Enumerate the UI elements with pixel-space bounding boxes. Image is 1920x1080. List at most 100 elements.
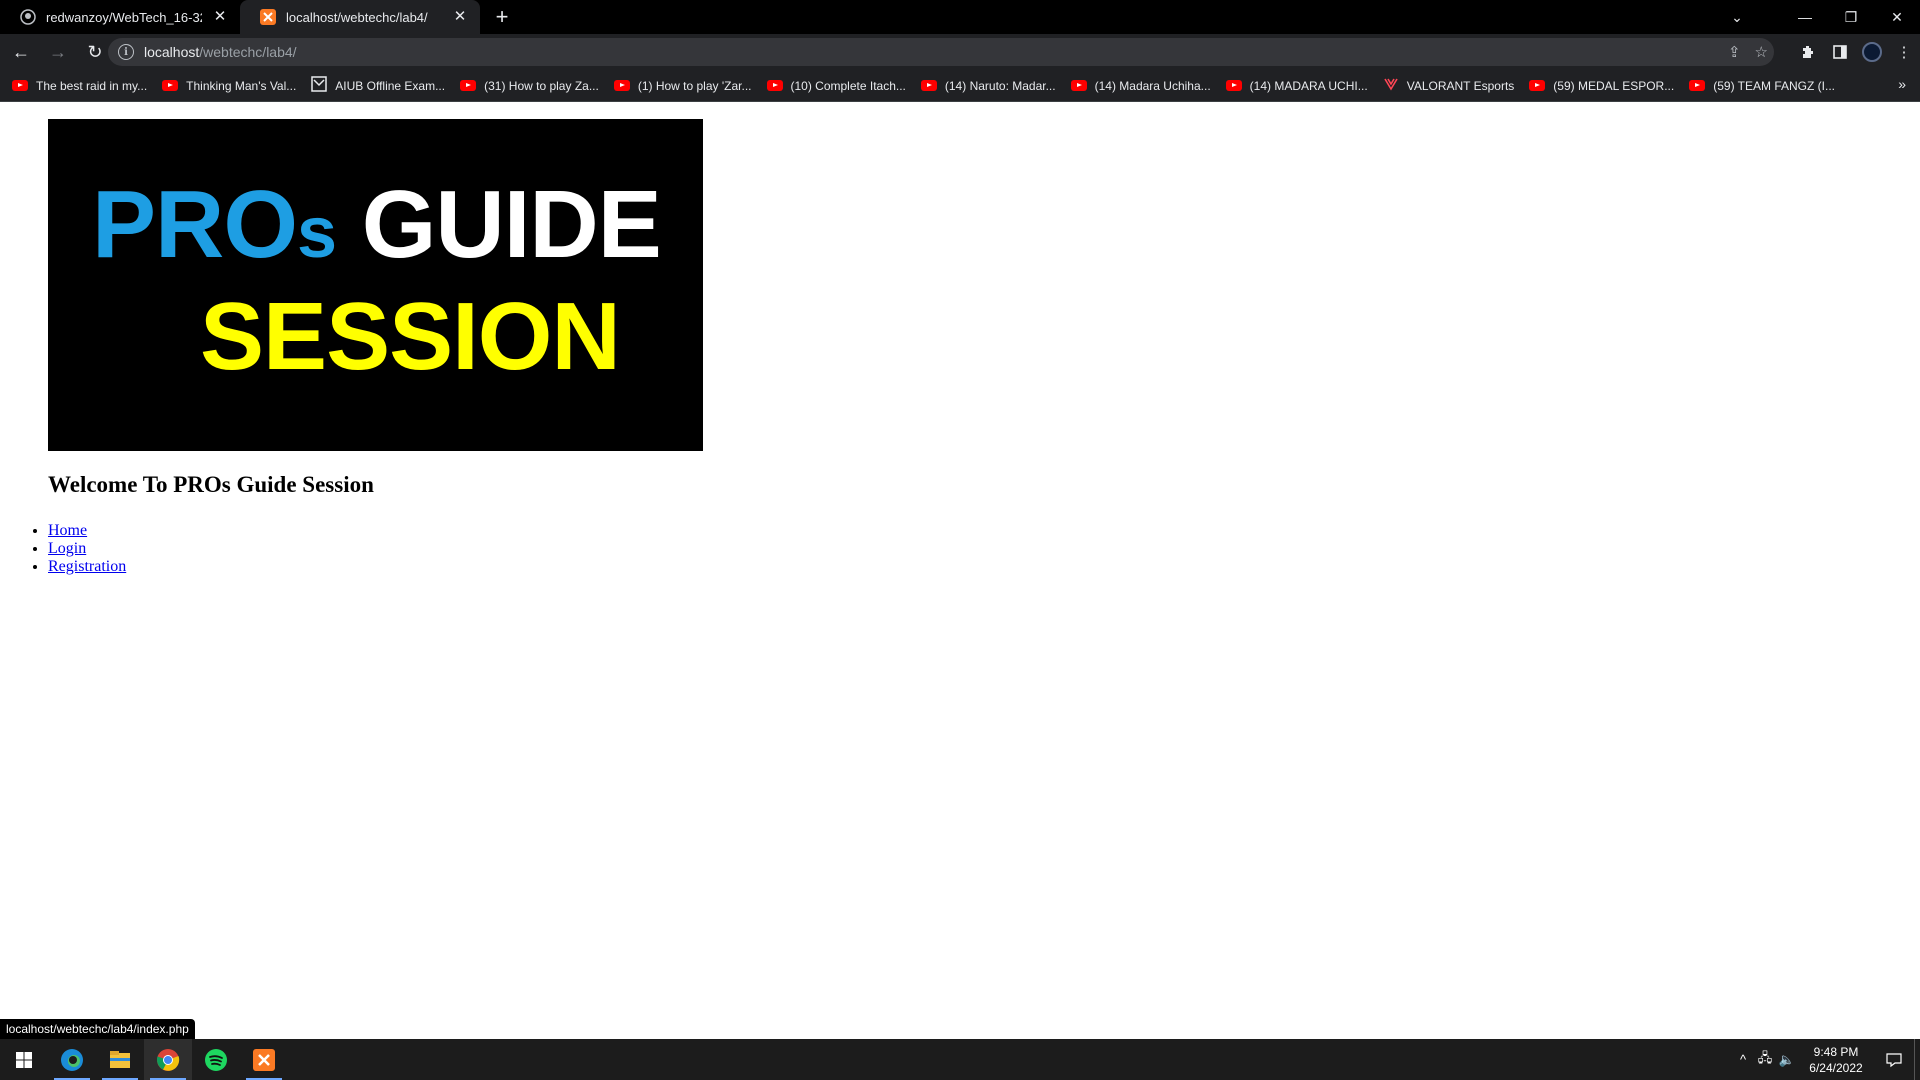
valorant-icon (1383, 76, 1399, 95)
nav-item-registration: Registration (48, 558, 126, 576)
banner-pros-s: s (297, 193, 337, 273)
profile-avatar[interactable] (1856, 36, 1888, 68)
bookmark-label: The best raid in my... (36, 78, 148, 93)
extensions-icon[interactable] (1792, 36, 1824, 68)
chevron-up-icon[interactable]: ^ (1732, 1052, 1754, 1067)
menu-icon[interactable]: ⋮ (1888, 36, 1920, 68)
bookmark-label: (31) How to play Za... (484, 78, 599, 93)
windows-icon (16, 1051, 32, 1068)
banner-image: PROs GUIDE SESSION (48, 119, 703, 451)
youtube-icon (12, 80, 28, 91)
notification-icon[interactable] (1874, 1052, 1914, 1068)
youtube-icon (1070, 80, 1087, 91)
close-tab-icon[interactable]: ✕ (452, 9, 468, 25)
youtube-icon (1689, 80, 1706, 91)
system-tray: ^ 🖧 🔈 9:48 PM 6/24/2022 (1732, 1039, 1920, 1080)
banner-pros-text: PROs (92, 171, 337, 278)
bookmark-item[interactable]: (14) Madara Uchiha... (1070, 78, 1211, 93)
home-link[interactable]: Home (48, 522, 87, 539)
login-link[interactable]: Login (48, 540, 86, 557)
restore-icon[interactable]: ❐ (1828, 0, 1874, 34)
status-bubble: localhost/webtechc/lab4/index.php (0, 1019, 195, 1039)
bookmark-label: (1) How to play 'Zar... (637, 78, 752, 93)
share-icon[interactable]: ⇪ (1728, 43, 1741, 61)
bookmark-item[interactable]: (59) MEDAL ESPOR... (1529, 79, 1674, 93)
address-bar[interactable]: i localhost/webtechc/lab4/ ⇪ ☆ (108, 38, 1774, 66)
bookmark-label: (59) TEAM FANGZ (I... (1713, 78, 1836, 93)
banner-title-line1: PROs GUIDE (92, 177, 662, 273)
window-controls: ⌄ — ❐ ✕ (1714, 0, 1920, 34)
network-icon[interactable]: 🖧 (1754, 1049, 1776, 1071)
tab-localhost[interactable]: localhost/webtechc/lab4/ ✕ (240, 0, 480, 34)
taskbar-spotify[interactable] (192, 1039, 240, 1080)
taskbar: ^ 🖧 🔈 9:48 PM 6/24/2022 (0, 1039, 1920, 1080)
bookmark-item[interactable]: (1) How to play 'Zar... (613, 78, 752, 93)
banner-pros: PRO (92, 171, 298, 278)
bookmark-star-icon[interactable]: ☆ (1755, 43, 1768, 61)
bookmark-label: (59) MEDAL ESPOR... (1553, 78, 1675, 93)
bookmark-item[interactable]: (14) Naruto: Madar... (920, 78, 1056, 93)
bookmark-item[interactable]: AIUB Offline Exam... (311, 76, 445, 95)
toolbar-right: ⋮ (1792, 34, 1920, 70)
bookmark-label: (14) Naruto: Madar... (944, 78, 1056, 93)
close-window-icon[interactable]: ✕ (1874, 0, 1920, 34)
xampp-icon (253, 1048, 275, 1071)
youtube-icon (766, 80, 783, 91)
youtube-icon (162, 80, 179, 91)
show-desktop-button[interactable] (1914, 1039, 1920, 1080)
taskbar-edge[interactable] (48, 1039, 96, 1080)
tab-search-icon[interactable]: ⌄ (1714, 0, 1760, 34)
youtube-icon (1529, 80, 1546, 91)
reload-icon[interactable]: ↻ (79, 36, 111, 68)
spotify-icon (205, 1048, 227, 1071)
bookmark-item[interactable]: (59) TEAM FANGZ (I... (1689, 79, 1835, 93)
taskbar-chrome[interactable] (144, 1039, 192, 1080)
tab-title: localhost/webtechc/lab4/ (286, 9, 428, 25)
site-info-icon[interactable]: i (118, 44, 134, 60)
minimize-icon[interactable]: — (1782, 0, 1828, 34)
new-tab-icon[interactable]: + (486, 0, 518, 34)
youtube-icon (613, 80, 630, 91)
browser-toolbar: ← → ↻ i localhost/webtechc/lab4/ ⇪ ☆ ⋮ (0, 34, 1920, 70)
back-icon[interactable]: ← (5, 36, 37, 68)
chrome-icon (157, 1048, 180, 1071)
url-path: /webtechc/lab4/ (199, 44, 297, 60)
clock[interactable]: 9:48 PM 6/24/2022 (1798, 1044, 1874, 1076)
volume-icon[interactable]: 🔈 (1776, 1052, 1798, 1068)
xampp-icon (260, 9, 276, 25)
url-host: localhost (144, 44, 200, 60)
bookmark-item[interactable]: VALORANT Esports (1383, 76, 1515, 95)
bookmark-label: AIUB Offline Exam... (335, 78, 446, 93)
youtube-icon (1225, 80, 1242, 91)
forward-icon[interactable]: → (42, 36, 74, 68)
taskbar-file-explorer[interactable] (96, 1039, 144, 1080)
registration-link[interactable]: Registration (48, 558, 126, 575)
bookmark-item[interactable]: Thinking Man's Val... (162, 79, 296, 93)
side-panel-icon[interactable] (1824, 36, 1856, 68)
tab-title: redwanzoy/WebTech_16-32623-3 (46, 9, 202, 25)
clock-time: 9:48 PM (1813, 1044, 1859, 1059)
banner-session-text: SESSION (200, 283, 621, 390)
bookmark-label: (14) MADARA UCHI... (1249, 78, 1368, 93)
taskbar-xampp[interactable] (240, 1039, 288, 1080)
start-button[interactable] (0, 1039, 48, 1080)
address-bar-actions: ⇪ ☆ (1728, 38, 1768, 66)
more-bookmarks-icon[interactable]: » (1898, 76, 1906, 92)
bookmarks-bar: The best raid in my... Thinking Man's Va… (0, 70, 1920, 102)
page-content: PROs GUIDE SESSION Welcome To PROs Guide… (0, 102, 1920, 1039)
address-url[interactable]: localhost/webtechc/lab4/ (144, 44, 297, 60)
folder-icon (110, 1050, 130, 1068)
bookmark-label: (14) Madara Uchiha... (1094, 78, 1211, 93)
bookmark-item[interactable]: The best raid in my... (12, 79, 147, 93)
close-tab-icon[interactable]: ✕ (212, 9, 228, 25)
bookmark-item[interactable]: (31) How to play Za... (460, 79, 599, 93)
tab-github[interactable]: redwanzoy/WebTech_16-32623-3 ✕ (0, 0, 240, 34)
youtube-icon (460, 80, 477, 91)
tab-strip: redwanzoy/WebTech_16-32623-3 ✕ localhost… (0, 0, 1920, 34)
nav-item-login: Login (48, 540, 126, 558)
youtube-icon (920, 80, 937, 91)
bookmark-item[interactable]: (14) MADARA UCHI... (1225, 78, 1368, 93)
bookmark-label: (10) Complete Itach... (790, 78, 906, 93)
bookmark-label: VALORANT Esports (1406, 78, 1515, 93)
bookmark-item[interactable]: (10) Complete Itach... (766, 78, 906, 93)
